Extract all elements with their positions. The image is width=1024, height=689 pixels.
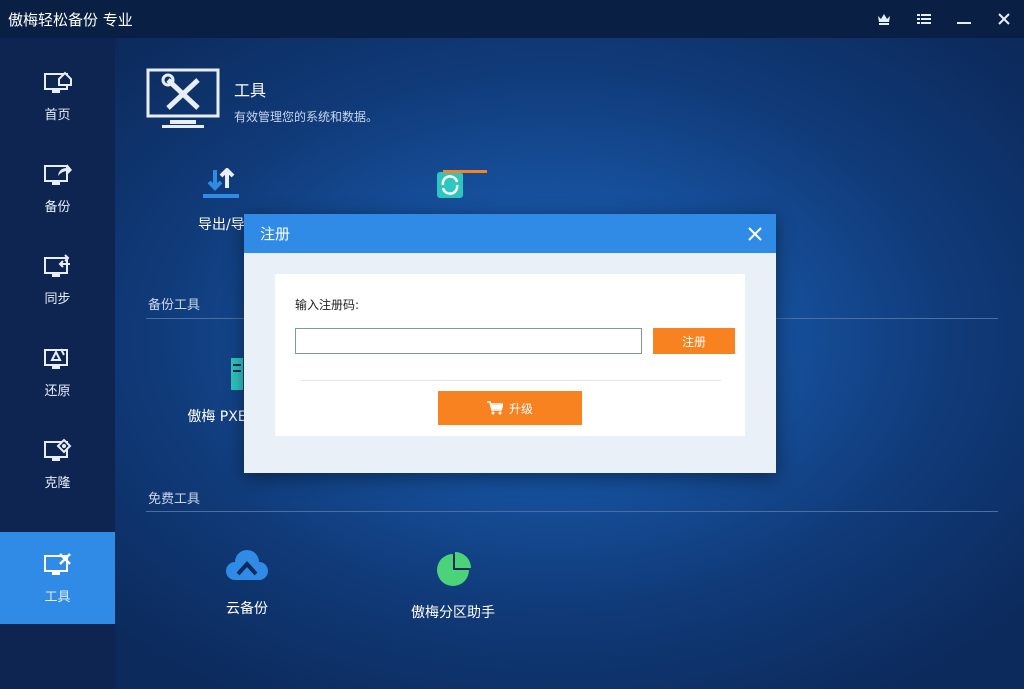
section-backup-tools: 备份工具 [148, 298, 201, 313]
register-code-input[interactable] [295, 328, 642, 354]
dialog-title: 注册 [260, 225, 291, 243]
page-title: 工具 [234, 81, 267, 100]
home-monitor-icon [43, 71, 72, 93]
section-free-tools: 免费工具 [148, 492, 201, 507]
sidebar-item-label: 还原 [44, 383, 71, 399]
clone-monitor-icon [43, 438, 71, 461]
sync-monitor-icon [43, 253, 70, 277]
sidebar-item-sync[interactable]: 同步 [0, 234, 115, 326]
close-icon [748, 227, 762, 241]
export-import-icon [203, 168, 240, 198]
tool-recovery-env[interactable] [433, 168, 487, 202]
sidebar-item-home[interactable]: 首页 [0, 50, 115, 142]
title-bar: 傲梅轻松备份 专业 [0, 0, 1024, 38]
sidebar: 首页 备份 同步 还原 克隆 工具 [0, 38, 115, 689]
tool-export-import[interactable]: 导出/导 [198, 168, 245, 234]
cloud-icon [226, 550, 268, 580]
sidebar-item-label: 备份 [44, 199, 71, 215]
tool-pxe[interactable]: 傲梅 PXE [187, 356, 247, 426]
close-icon [998, 13, 1010, 25]
tool-label: 傲梅分区助手 [411, 605, 495, 621]
dialog-divider [301, 380, 721, 381]
pie-chart-icon [437, 552, 471, 586]
page-subtitle: 有效管理您的系统和数据。 [234, 110, 379, 124]
menu-button[interactable] [904, 0, 944, 38]
pxe-server-icon [231, 358, 243, 390]
register-button[interactable]: 注册 [653, 328, 735, 354]
sidebar-item-backup[interactable]: 备份 [0, 142, 115, 234]
sidebar-item-label: 同步 [44, 291, 71, 307]
tools-header-icon [146, 68, 220, 128]
minimize-icon [957, 22, 971, 24]
upgrade-button[interactable]: 升级 [438, 391, 582, 425]
upgrade-button-label: 升级 [508, 401, 533, 416]
backup-monitor-icon [43, 163, 72, 185]
minimize-button[interactable] [944, 0, 984, 38]
register-dialog: 注册 输入注册码: 注册 升级 [244, 214, 776, 473]
tool-label: 云备份 [226, 601, 268, 617]
window-controls [864, 0, 1024, 38]
upgrade-crown-button[interactable] [864, 0, 904, 38]
tool-cloud-backup[interactable]: 云备份 [225, 550, 269, 618]
menu-list-icon [917, 14, 931, 24]
sidebar-item-label: 工具 [44, 589, 71, 605]
section-divider [146, 511, 998, 512]
tool-label: 导出/导 [198, 217, 245, 233]
close-window-button[interactable] [984, 0, 1024, 38]
sidebar-item-tools[interactable]: 工具 [0, 532, 115, 624]
dialog-close-button[interactable] [744, 223, 766, 245]
recovery-refresh-icon [437, 170, 487, 198]
restore-monitor-icon [43, 348, 68, 369]
tool-partition-assistant[interactable]: 傲梅分区助手 [411, 550, 495, 622]
sidebar-item-restore[interactable]: 还原 [0, 326, 115, 418]
sidebar-item-label: 首页 [44, 107, 71, 123]
crown-icon [878, 14, 890, 25]
app-title: 傲梅轻松备份 专业 [8, 10, 133, 29]
sidebar-item-clone[interactable]: 克隆 [0, 418, 115, 510]
dialog-header: 注册 [244, 214, 776, 253]
tools-monitor-icon [43, 552, 71, 575]
cart-icon [486, 401, 503, 415]
dialog-body: 输入注册码: 注册 升级 [275, 274, 745, 436]
tool-label: 傲梅 PXE [187, 409, 247, 425]
register-code-label: 输入注册码: [295, 298, 360, 312]
sidebar-item-label: 克隆 [44, 475, 71, 491]
